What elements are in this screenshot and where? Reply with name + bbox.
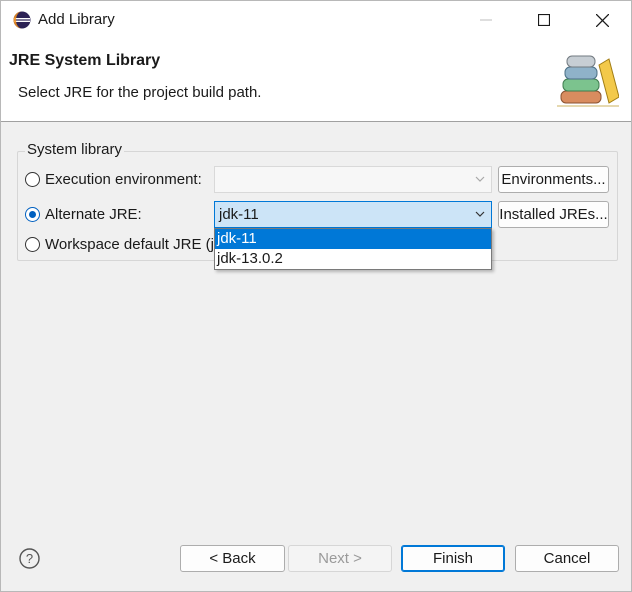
library-books-icon: [557, 55, 619, 107]
header-banner: JRE System Library Select JRE for the pr…: [1, 39, 631, 122]
group-label: System library: [25, 141, 125, 158]
alt-jre-option[interactable]: Alternate JRE:: [25, 206, 142, 223]
svg-text:?: ?: [26, 551, 33, 566]
cancel-button[interactable]: Cancel: [515, 545, 619, 572]
page-description: Select JRE for the project build path.: [18, 84, 262, 101]
chevron-down-icon: [475, 211, 485, 217]
workspace-default-option[interactable]: Workspace default JRE (j: [25, 236, 214, 253]
maximize-button[interactable]: [515, 1, 573, 39]
help-icon[interactable]: ?: [19, 548, 40, 569]
close-button[interactable]: [573, 1, 631, 39]
environments-button[interactable]: Environments...: [498, 166, 609, 193]
exec-env-radio[interactable]: [25, 172, 40, 187]
maximize-icon: [538, 14, 550, 26]
alt-jre-combo[interactable]: jdk-11: [214, 201, 492, 228]
alt-jre-label: Alternate JRE:: [45, 206, 142, 223]
dropdown-option[interactable]: jdk-13.0.2: [215, 249, 491, 269]
workspace-default-radio[interactable]: [25, 237, 40, 252]
dropdown-option[interactable]: jdk-11: [215, 229, 491, 249]
alt-jre-value: jdk-11: [219, 206, 259, 223]
exec-env-combo[interactable]: [214, 166, 492, 193]
title-bar: Add Library: [1, 1, 631, 39]
minimize-button[interactable]: [457, 1, 515, 39]
installed-jres-button[interactable]: Installed JREs...: [498, 201, 609, 228]
window-title: Add Library: [38, 11, 115, 28]
exec-env-label: Execution environment:: [45, 171, 202, 188]
eclipse-icon: [13, 11, 31, 29]
close-icon: [595, 13, 609, 27]
minimize-icon: [480, 19, 492, 21]
exec-env-option[interactable]: Execution environment:: [25, 171, 202, 188]
workspace-default-label: Workspace default JRE (j: [45, 236, 214, 253]
jre-dropdown-list: jdk-11 jdk-13.0.2: [214, 228, 492, 270]
add-library-dialog: Add Library JRE System Library Select JR…: [0, 0, 632, 592]
next-button[interactable]: Next >: [288, 545, 392, 572]
back-button[interactable]: < Back: [180, 545, 285, 572]
finish-button[interactable]: Finish: [401, 545, 505, 572]
alt-jre-radio[interactable]: [25, 207, 40, 222]
page-title: JRE System Library: [9, 52, 161, 69]
chevron-down-icon: [475, 176, 485, 182]
